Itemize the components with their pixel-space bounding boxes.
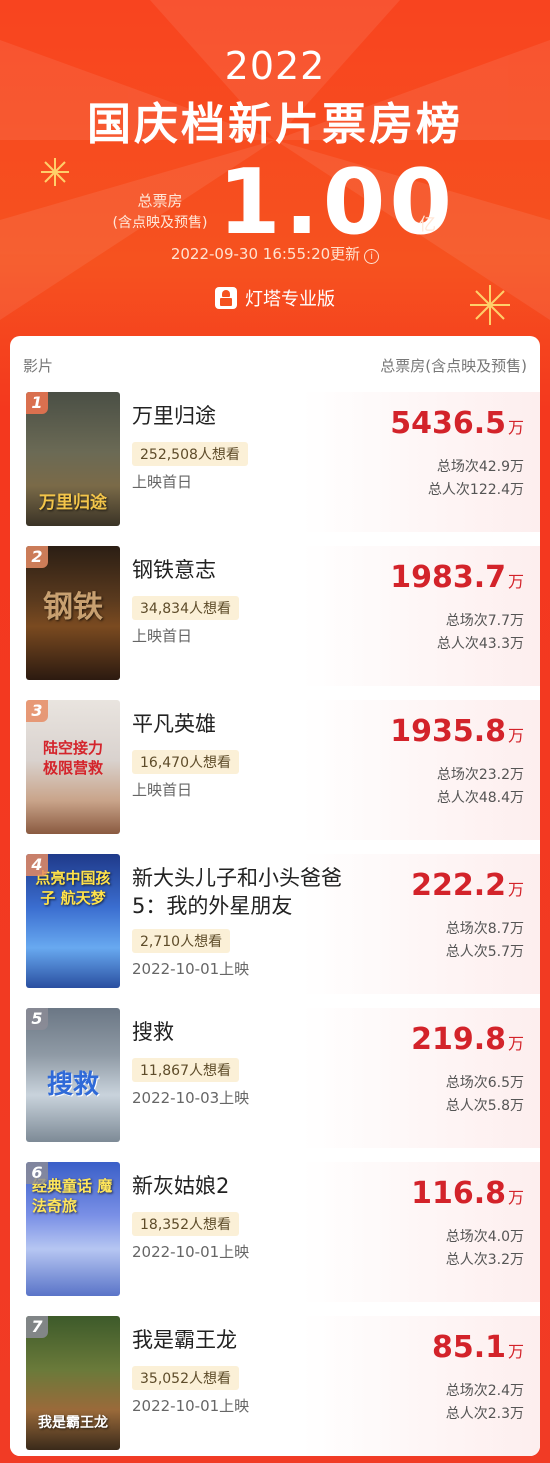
rank-badge: 2 xyxy=(26,546,48,568)
total-label-text: 总票房 xyxy=(137,192,183,210)
total-shows: 总场次7.7万 xyxy=(445,613,524,629)
movie-row[interactable]: 搜救 5 搜救 11,867人想看 2022-10-03上映 219.8 万 总场… xyxy=(10,1008,540,1148)
header: 2022 国庆档新片票房榜 总票房 (含点映及预售) 1.00 亿 2022-0… xyxy=(0,0,550,340)
total-box-office-unit: 亿 xyxy=(419,215,436,235)
poster-title: 万里归途 xyxy=(39,493,107,513)
box-office-unit: 万 xyxy=(507,1034,524,1053)
want-to-see-badge: 16,470人想看 xyxy=(132,750,239,774)
column-box-office: 总票房(含点映及预售) xyxy=(380,356,527,375)
box-office-number: 1935.8 xyxy=(390,714,506,749)
total-audience: 总人次5.7万 xyxy=(445,944,524,960)
box-office-unit: 万 xyxy=(507,572,524,591)
box-office-value: 222.2 万 xyxy=(411,868,524,903)
box-office-number: 85.1 xyxy=(431,1330,506,1365)
info-icon[interactable]: i xyxy=(364,249,380,264)
movie-title[interactable]: 新大头儿子和小头爸爸5：我的外星朋友 xyxy=(132,864,357,920)
box-office-value: 85.1 万 xyxy=(432,1330,524,1365)
total-audience: 总人次48.4万 xyxy=(436,790,524,806)
rank-badge: 1 xyxy=(26,392,48,414)
total-shows: 总场次8.7万 xyxy=(445,921,524,937)
total-audience: 总人次3.2万 xyxy=(445,1252,524,1268)
release-date: 2022-10-01上映 xyxy=(132,1243,250,1261)
column-header: 影片 总票房(含点映及预售) xyxy=(10,336,540,394)
page: 2022 国庆档新片票房榜 总票房 (含点映及预售) 1.00 亿 2022-0… xyxy=(0,0,550,1463)
box-office-value: 1935.8 万 xyxy=(390,714,524,749)
box-office-value: 116.8 万 xyxy=(411,1176,524,1211)
column-movie: 影片 xyxy=(23,356,54,375)
box-office-unit: 万 xyxy=(507,726,524,745)
release-date: 2022-10-01上映 xyxy=(132,960,250,978)
want-to-see-badge: 35,052人想看 xyxy=(132,1366,239,1390)
total-shows: 总场次6.5万 xyxy=(445,1075,524,1091)
poster-title: 钢铁 xyxy=(43,590,103,625)
movie-row[interactable]: 钢铁 2 钢铁意志 34,834人想看 上映首日 1983.7 万 总场次7.7万… xyxy=(10,546,540,686)
rank-badge: 6 xyxy=(26,1162,48,1184)
release-date: 2022-10-01上映 xyxy=(132,1397,250,1415)
box-office-value: 219.8 万 xyxy=(411,1022,524,1057)
movie-row[interactable]: 经典童话 魔法奇旅 6 新灰姑娘2 18,352人想看 2022-10-01上映… xyxy=(10,1162,540,1302)
rank-badge: 7 xyxy=(26,1316,48,1338)
poster-title: 搜救 xyxy=(46,1070,99,1100)
release-date: 上映首日 xyxy=(132,781,193,799)
want-to-see-badge: 2,710人想看 xyxy=(132,929,231,953)
release-date: 上映首日 xyxy=(132,627,193,645)
brand-name: 灯塔专业版 xyxy=(245,289,335,310)
movie-title[interactable]: 搜救 xyxy=(132,1018,362,1046)
box-office-value: 5436.5 万 xyxy=(390,406,524,441)
total-box-office-label: 总票房 (含点映及预售) xyxy=(100,190,220,234)
box-office-number: 116.8 xyxy=(411,1176,506,1211)
update-time: 2022-09-30 16:55:20更新 i xyxy=(0,243,550,264)
movie-row[interactable]: 我是霸王龙 7 我是霸王龙 35,052人想看 2022-10-01上映 85.… xyxy=(10,1316,540,1456)
box-office-unit: 万 xyxy=(507,418,524,437)
header-year: 2022 xyxy=(224,44,326,88)
movie-title[interactable]: 新灰姑娘2 xyxy=(132,1172,362,1200)
page-title: 国庆档新片票房榜 xyxy=(87,99,463,150)
total-sublabel: (含点映及预售) xyxy=(112,215,208,231)
lighthouse-logo-icon xyxy=(215,287,237,309)
total-shows: 总场次2.4万 xyxy=(445,1383,524,1399)
total-shows: 总场次23.2万 xyxy=(436,767,524,783)
want-to-see-badge: 252,508人想看 xyxy=(132,442,248,466)
movie-row[interactable]: 万里归途 1 万里归途 252,508人想看 上映首日 5436.5 万 总场次4… xyxy=(10,392,540,532)
box-office-number: 1983.7 xyxy=(390,560,506,595)
release-date: 上映首日 xyxy=(132,473,193,491)
movie-title[interactable]: 钢铁意志 xyxy=(132,556,362,584)
poster-title: 陆空接力 极限营救 xyxy=(42,739,103,777)
update-time-text: 2022-09-30 16:55:20更新 xyxy=(170,245,361,263)
want-to-see-badge: 34,834人想看 xyxy=(132,596,239,620)
box-office-number: 5436.5 xyxy=(390,406,506,441)
total-shows: 总场次42.9万 xyxy=(436,459,524,475)
release-date: 2022-10-03上映 xyxy=(132,1089,250,1107)
box-office-unit: 万 xyxy=(507,1188,524,1207)
total-audience: 总人次122.4万 xyxy=(427,482,524,498)
movie-row[interactable]: 点亮中国孩子 航天梦 4 新大头儿子和小头爸爸5：我的外星朋友 2,710人想看… xyxy=(10,854,540,994)
movie-title[interactable]: 我是霸王龙 xyxy=(132,1326,362,1354)
total-shows: 总场次4.0万 xyxy=(445,1229,524,1245)
rank-badge: 3 xyxy=(26,700,48,722)
rank-badge: 4 xyxy=(26,854,48,876)
box-office-number: 222.2 xyxy=(411,868,506,903)
want-to-see-badge: 11,867人想看 xyxy=(132,1058,239,1082)
movie-row[interactable]: 陆空接力 极限营救 3 平凡英雄 16,470人想看 上映首日 1935.8 万 … xyxy=(10,700,540,840)
poster-title: 我是霸王龙 xyxy=(38,1415,108,1431)
box-office-unit: 万 xyxy=(507,880,524,899)
movie-title[interactable]: 万里归途 xyxy=(132,402,362,430)
want-to-see-badge: 18,352人想看 xyxy=(132,1212,239,1236)
ranking-card: 影片 总票房(含点映及预售) 万里归途 1 万里归途 252,508人想看 上映… xyxy=(10,336,540,1456)
total-audience: 总人次2.3万 xyxy=(445,1406,524,1422)
brand: 灯塔专业版 xyxy=(0,285,550,311)
total-box-office-value: 1.00 xyxy=(218,150,457,255)
box-office-value: 1983.7 万 xyxy=(390,560,524,595)
box-office-unit: 万 xyxy=(507,1342,524,1361)
box-office-number: 219.8 xyxy=(411,1022,506,1057)
movie-title[interactable]: 平凡英雄 xyxy=(132,710,362,738)
rank-badge: 5 xyxy=(26,1008,48,1030)
total-audience: 总人次43.3万 xyxy=(436,636,524,652)
total-audience: 总人次5.8万 xyxy=(445,1098,524,1114)
